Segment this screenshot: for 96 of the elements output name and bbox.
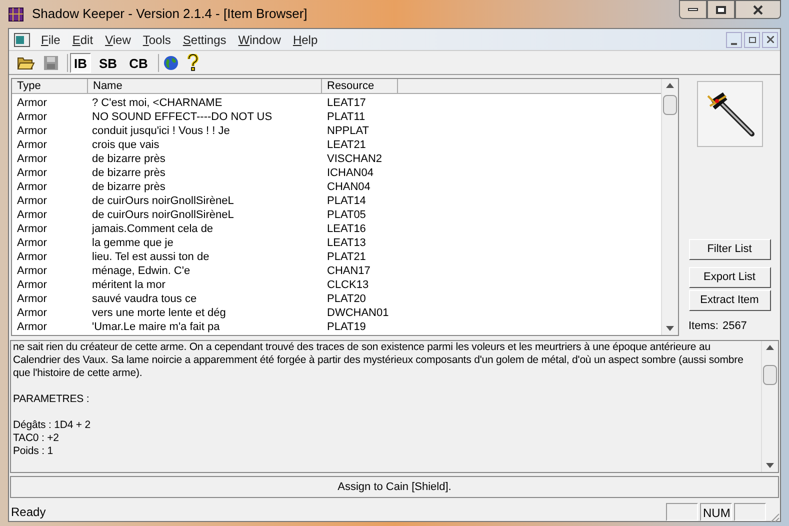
restore-button[interactable]	[744, 32, 760, 48]
status-panel	[734, 503, 766, 521]
minimize-button[interactable]	[726, 32, 742, 48]
close-icon	[766, 36, 774, 43]
table-cell-text: la gemme que je	[91, 236, 174, 250]
folder-icon[interactable]	[17, 54, 35, 70]
menu-item[interactable]: File	[35, 30, 66, 48]
stat-line: Dégâts : 1D4 + 2	[13, 419, 92, 432]
toolbar-button[interactable]: IB	[70, 52, 91, 72]
app-icon	[8, 6, 24, 22]
table-cell-text: CHAN04	[326, 180, 372, 194]
table-cell-text: Armor	[16, 306, 48, 320]
table-cell-text: PLAT14	[326, 194, 367, 208]
table-cell-text: de bizarre près	[91, 180, 166, 194]
scroll-bar[interactable]	[761, 341, 778, 472]
table-cell-text: Armor	[16, 96, 48, 110]
status-text: Ready	[10, 504, 47, 521]
table-cell-text: DWCHAN01	[326, 306, 390, 320]
table-cell-text: lieu. Tel est aussi ton de	[91, 250, 210, 264]
table-cell-text: PLAT11	[326, 110, 366, 124]
document-icon[interactable]	[14, 32, 30, 46]
table-cell-text: Armor	[16, 124, 48, 138]
items-count: 2567	[722, 318, 747, 334]
description-paragraph: ne sait rien du créateur de cette arme. On a cependant trouvé des traces de son existence parmi les voleurs et les meurtriers à une époque antérieure au Calendrier des Vaux. Sa lame noircie a apparemment été forgée à partir des mystérieux composants d'un golem de métal, d'où un aspect sombre (aussi sombre que l'histoire de cette arme).	[13, 341, 744, 380]
window-title: Shadow Keeper - Version 2.1.4 - [Item Browser]	[32, 5, 308, 24]
resize-grip-icon[interactable]	[768, 511, 780, 523]
menu-item[interactable]: Help	[286, 30, 324, 48]
table-cell-text: de cuirOurs noirGnollSirèneL	[91, 208, 235, 222]
side-button[interactable]: Filter List	[688, 238, 770, 260]
toolbar-button[interactable]: SB	[95, 52, 122, 72]
items-label: Items:	[688, 318, 718, 334]
column-header[interactable]: Type	[12, 79, 88, 93]
table-cell-text: jamais.Comment cela de	[90, 222, 214, 236]
table-cell-text: crois que vais	[91, 138, 160, 152]
close-button[interactable]	[762, 32, 778, 48]
status-panel	[666, 503, 698, 521]
menu-item[interactable]: Edit	[66, 30, 100, 48]
table-cell-text: ? C'est moi, <CHARNAME	[91, 96, 224, 110]
menu-item[interactable]: Settings	[176, 30, 232, 48]
minimize-button[interactable]	[679, 0, 707, 19]
table-cell-text: Armor	[16, 222, 48, 236]
table-cell-text: PLAT21	[326, 250, 367, 264]
stat-line: Poids : 1	[13, 445, 54, 458]
question-mark-icon[interactable]	[186, 54, 199, 71]
table-cell-text: LEAT17	[326, 96, 367, 110]
table-cell-text: CHAN17	[326, 264, 372, 278]
table-cell-text: CLCK13	[326, 278, 370, 292]
table-cell-text: LEAT16	[326, 222, 367, 236]
table-cell-text: NO SOUND EFFECT----DO NOT US	[91, 110, 274, 124]
table-cell-text: Armor	[16, 320, 48, 334]
table-cell-text: Armor	[16, 138, 48, 152]
column-header[interactable]: Name	[88, 79, 322, 93]
table-cell-text: Armor	[16, 292, 48, 306]
table-cell-text: PLAT05	[326, 208, 367, 222]
menu-item[interactable]: View	[99, 30, 137, 48]
table-cell-text: ménage, Edwin. C'e	[91, 264, 192, 278]
table-cell-text: 'Umar.Le maire m'a fait pa	[91, 320, 221, 334]
table-cell-text: vers une morte lente et dég	[91, 306, 227, 320]
stat-line: TAC0 : +2	[13, 432, 60, 445]
table-cell-text: PLAT19	[326, 320, 367, 334]
menu-item[interactable]: Tools	[136, 30, 177, 48]
globe-icon[interactable]	[162, 54, 179, 70]
status-indicator: NUM	[700, 503, 732, 521]
table-cell-text: Armor	[16, 250, 48, 264]
description-paragraph: PARAMETRES :	[13, 393, 90, 406]
table-cell-text: Armor	[16, 110, 48, 124]
table-cell-text: Armor	[16, 278, 48, 292]
toolbar-button[interactable]: CB	[125, 52, 152, 72]
column-header[interactable]: Resource	[322, 79, 398, 93]
table-cell-text: de cuirOurs noirGnollSirèneL	[91, 194, 235, 208]
table-cell-text: NPPLAT	[326, 124, 370, 138]
table-cell-text: Armor	[16, 208, 48, 222]
side-button[interactable]: Extract Item	[688, 290, 770, 310]
side-button[interactable]: Export List	[688, 266, 770, 288]
table-cell-text: sauvé vaudra tous ce	[91, 292, 198, 306]
table-cell-text: Armor	[16, 236, 48, 250]
table-cell-text: ICHAN04	[326, 166, 374, 180]
assign-button[interactable]: Assign to Cain [Shield].	[10, 476, 779, 498]
table-cell-text: LEAT21	[326, 138, 367, 152]
table-cell-text: Armor	[16, 166, 48, 180]
close-icon	[753, 4, 763, 14]
table-cell-text: VISCHAN2	[326, 152, 384, 166]
table-cell-text: PLAT20	[326, 292, 367, 306]
table-cell-text: Armor	[16, 152, 48, 166]
table-cell-text: LEAT13	[326, 236, 367, 250]
table-cell-text: de bizarre près	[91, 152, 166, 166]
scroll-bar[interactable]	[661, 79, 678, 335]
table-cell-text: Armor	[16, 194, 48, 208]
table-cell-text: méritent la mor	[91, 278, 166, 292]
menu-item[interactable]: Window	[232, 30, 287, 48]
table-cell-text: conduit jusqu'ici ! Vous ! ! Je	[91, 124, 231, 138]
table-cell-text: Armor	[16, 264, 48, 278]
table-cell-text: Armor	[16, 180, 48, 194]
maximize-button[interactable]	[707, 0, 735, 19]
table-cell-text: de bizarre près	[91, 166, 166, 180]
close-button[interactable]	[735, 0, 781, 19]
